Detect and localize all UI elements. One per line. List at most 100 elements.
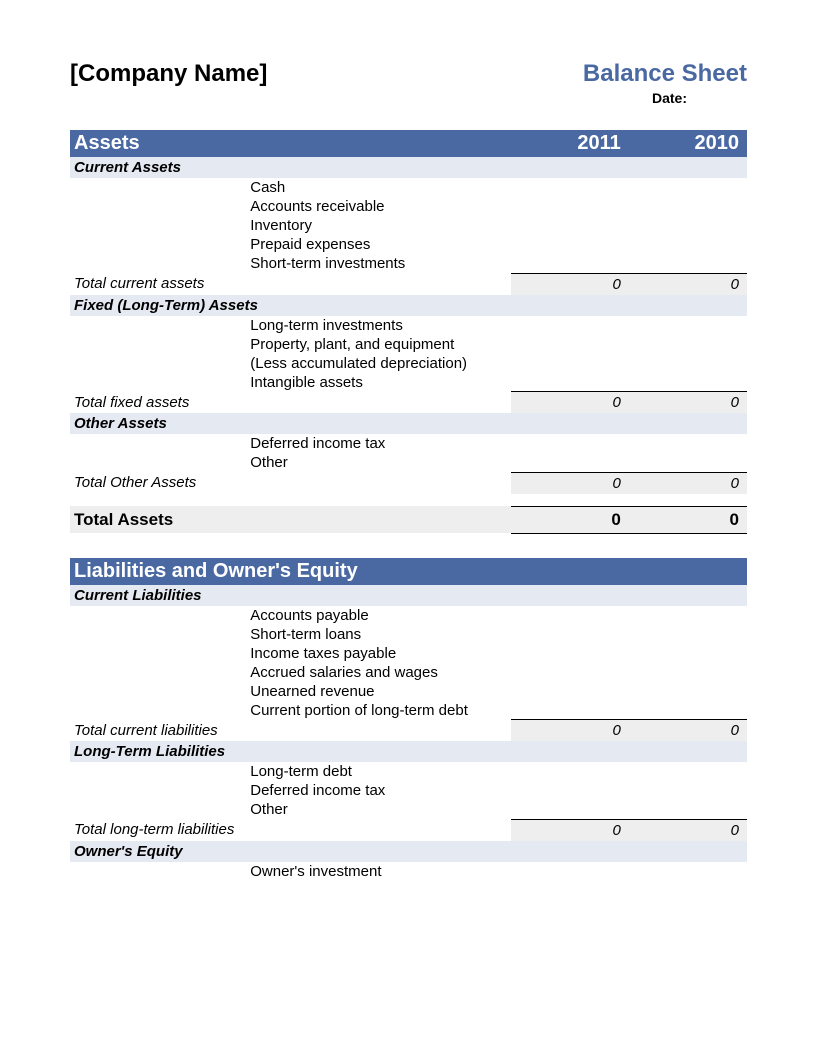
current-liab-total: Total current liabilities 0 0 bbox=[70, 720, 747, 742]
item-label: Prepaid expenses bbox=[250, 235, 510, 254]
value-cell[interactable] bbox=[511, 316, 629, 335]
year-1: 2011 bbox=[511, 130, 629, 157]
value-cell[interactable] bbox=[629, 682, 747, 701]
value-cell[interactable] bbox=[629, 254, 747, 273]
assets-header: Assets 2011 2010 bbox=[70, 130, 747, 157]
item-label: Intangible assets bbox=[250, 373, 510, 392]
value-cell[interactable] bbox=[629, 453, 747, 472]
value-cell[interactable] bbox=[629, 606, 747, 625]
value-cell[interactable] bbox=[629, 762, 747, 781]
value-cell[interactable] bbox=[629, 316, 747, 335]
value-cell[interactable] bbox=[629, 354, 747, 373]
total-label: Total current assets bbox=[70, 273, 511, 295]
value-cell[interactable] bbox=[511, 354, 629, 373]
longterm-liab-title: Long-Term Liabilities bbox=[70, 741, 747, 762]
value-cell[interactable] bbox=[511, 606, 629, 625]
total-assets-row: Total Assets 0 0 bbox=[70, 506, 747, 533]
value-cell[interactable] bbox=[511, 178, 629, 197]
value-cell[interactable] bbox=[629, 197, 747, 216]
value-cell[interactable] bbox=[511, 453, 629, 472]
title-block: Balance Sheet Date: bbox=[583, 60, 747, 106]
total-value: 0 bbox=[511, 273, 629, 295]
value-cell[interactable] bbox=[511, 663, 629, 682]
line-item: Prepaid expenses bbox=[70, 235, 747, 254]
line-item: Unearned revenue bbox=[70, 682, 747, 701]
value-cell[interactable] bbox=[629, 663, 747, 682]
line-item: Property, plant, and equipment bbox=[70, 335, 747, 354]
total-value: 0 bbox=[629, 392, 747, 414]
total-label: Total Other Assets bbox=[70, 472, 511, 494]
line-item: Deferred income tax bbox=[70, 781, 747, 800]
value-cell[interactable] bbox=[629, 235, 747, 254]
item-label: Owner's investment bbox=[250, 862, 510, 881]
value-cell[interactable] bbox=[511, 625, 629, 644]
value-cell[interactable] bbox=[629, 335, 747, 354]
item-label: Income taxes payable bbox=[250, 644, 510, 663]
item-label: Inventory bbox=[250, 216, 510, 235]
line-item: Income taxes payable bbox=[70, 644, 747, 663]
total-value: 0 bbox=[511, 720, 629, 742]
line-item: Short-term loans bbox=[70, 625, 747, 644]
longterm-liab-total: Total long-term liabilities 0 0 bbox=[70, 819, 747, 841]
value-cell[interactable] bbox=[629, 862, 747, 881]
value-cell[interactable] bbox=[511, 335, 629, 354]
longterm-liab-header: Long-Term Liabilities bbox=[70, 741, 747, 762]
balance-sheet-table: Assets 2011 2010 Current Assets Cash Acc… bbox=[70, 130, 747, 881]
value-cell[interactable] bbox=[511, 682, 629, 701]
value-cell[interactable] bbox=[629, 373, 747, 392]
item-label: Accrued salaries and wages bbox=[250, 663, 510, 682]
value-cell[interactable] bbox=[629, 781, 747, 800]
total-value: 0 bbox=[629, 819, 747, 841]
value-cell[interactable] bbox=[511, 762, 629, 781]
value-cell[interactable] bbox=[511, 216, 629, 235]
company-name: [Company Name] bbox=[70, 60, 267, 88]
line-item: Cash bbox=[70, 178, 747, 197]
total-value: 0 bbox=[511, 472, 629, 494]
item-label: Long-term investments bbox=[250, 316, 510, 335]
value-cell[interactable] bbox=[511, 373, 629, 392]
total-value: 0 bbox=[511, 392, 629, 414]
item-label: Long-term debt bbox=[250, 762, 510, 781]
line-item: Inventory bbox=[70, 216, 747, 235]
current-assets-total: Total current assets 0 0 bbox=[70, 273, 747, 295]
value-cell[interactable] bbox=[511, 235, 629, 254]
liabilities-title: Liabilities and Owner's Equity bbox=[70, 558, 747, 585]
total-value: 0 bbox=[629, 472, 747, 494]
current-assets-title: Current Assets bbox=[70, 157, 747, 178]
line-item: Current portion of long-term debt bbox=[70, 701, 747, 720]
value-cell[interactable] bbox=[629, 216, 747, 235]
year-2: 2010 bbox=[629, 130, 747, 157]
value-cell[interactable] bbox=[511, 254, 629, 273]
value-cell[interactable] bbox=[629, 178, 747, 197]
value-cell[interactable] bbox=[629, 800, 747, 819]
value-cell[interactable] bbox=[511, 800, 629, 819]
item-label: Accounts payable bbox=[250, 606, 510, 625]
sheet-title: Balance Sheet bbox=[583, 60, 747, 88]
value-cell[interactable] bbox=[511, 197, 629, 216]
line-item: Owner's investment bbox=[70, 862, 747, 881]
value-cell[interactable] bbox=[511, 434, 629, 453]
item-label: Short-term investments bbox=[250, 254, 510, 273]
liabilities-header: Liabilities and Owner's Equity bbox=[70, 558, 747, 585]
item-label: (Less accumulated depreciation) bbox=[250, 354, 510, 373]
line-item: Other bbox=[70, 453, 747, 472]
line-item: Deferred income tax bbox=[70, 434, 747, 453]
date-label: Date: bbox=[583, 90, 747, 106]
value-cell[interactable] bbox=[629, 644, 747, 663]
total-value: 0 bbox=[629, 273, 747, 295]
assets-title: Assets bbox=[70, 130, 511, 157]
value-cell[interactable] bbox=[629, 625, 747, 644]
value-cell[interactable] bbox=[511, 781, 629, 800]
value-cell[interactable] bbox=[629, 434, 747, 453]
item-label: Unearned revenue bbox=[250, 682, 510, 701]
value-cell[interactable] bbox=[511, 644, 629, 663]
value-cell[interactable] bbox=[629, 701, 747, 720]
line-item: Accounts receivable bbox=[70, 197, 747, 216]
line-item: Short-term investments bbox=[70, 254, 747, 273]
value-cell[interactable] bbox=[511, 862, 629, 881]
value-cell[interactable] bbox=[511, 701, 629, 720]
total-assets-label: Total Assets bbox=[70, 506, 511, 533]
current-assets-header: Current Assets bbox=[70, 157, 747, 178]
line-item: Accrued salaries and wages bbox=[70, 663, 747, 682]
item-label: Cash bbox=[250, 178, 510, 197]
